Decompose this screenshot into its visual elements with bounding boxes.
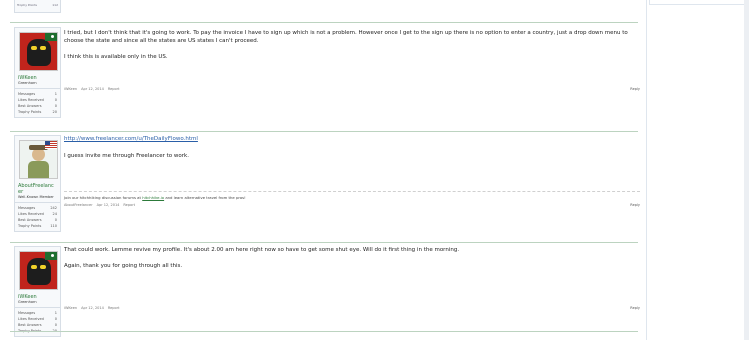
- post-iwkeen-1: iWKeen Greenhorn Messages 1 Likes Receive…: [14, 27, 640, 118]
- stat-row: Trophy Points 110: [18, 223, 57, 229]
- user-title: Greenhorn: [18, 81, 37, 85]
- message-meta: iWKeen Apr 12, 2014 Report: [64, 306, 123, 310]
- message-paragraph: I guess invite me through Freelancer to …: [64, 153, 189, 159]
- post-separator: [10, 22, 638, 23]
- signature-link[interactable]: hitchhike.io: [142, 195, 164, 200]
- report-link[interactable]: Report: [108, 306, 120, 310]
- post-iwkeen-2: iWKeen Greenhorn Messages 1 Likes Receive…: [14, 246, 640, 337]
- user-title: Well-Known Member: [18, 195, 54, 199]
- user-info: AboutFreelanc er Well-Known Member Messa…: [14, 135, 61, 232]
- username-link[interactable]: AboutFreelanc er: [15, 183, 60, 195]
- stat-label: Trophy Points: [18, 110, 42, 114]
- message-meta: iWKeen Apr 12, 2014 Report: [64, 87, 123, 91]
- reply-link[interactable]: Reply: [630, 87, 640, 91]
- stat-row: Trophy Points 20: [18, 109, 57, 115]
- user-stats: Messages 242 Likes Received 24 Best Answer…: [15, 202, 60, 231]
- post-aboutfreelancer: AboutFreelanc er Well-Known Member Messa…: [14, 135, 640, 235]
- message-body: That could work. Lemme revive my profile…: [64, 246, 634, 278]
- stat-label: Trophy Points: [18, 224, 42, 228]
- sidebar: [646, 0, 749, 340]
- report-link[interactable]: Report: [123, 203, 135, 207]
- message-paragraph: That could work. Lemme revive my profile…: [64, 247, 460, 253]
- post-separator: [10, 331, 638, 332]
- post-separator: [10, 242, 638, 243]
- stat-label: Trophy Points: [17, 3, 37, 7]
- stat-value: 112: [52, 3, 58, 7]
- message-body: I tried, but I don't think that it's goi…: [64, 29, 634, 69]
- post-date[interactable]: Apr 12, 2014: [81, 306, 104, 310]
- message-meta: AboutFreelancer Apr 12, 2014 Report: [64, 203, 139, 207]
- signature-text: and learn alternative travel from the pr…: [164, 195, 246, 200]
- reply-link[interactable]: Reply: [630, 203, 640, 207]
- country-flag-icon: [45, 141, 57, 149]
- previous-post-userbox: Trophy Points 112: [14, 0, 61, 13]
- author-link[interactable]: AboutFreelancer: [64, 203, 93, 207]
- user-title: Greenhorn: [18, 300, 37, 304]
- post-separator: [10, 131, 638, 132]
- country-flag-icon: [45, 33, 57, 41]
- thread-page: Trophy Points 112 iWKeen Greenhorn Messa…: [0, 0, 749, 340]
- message-body: http://www.freelancer.com/u/TheDailyFlow…: [64, 135, 634, 168]
- reply-link[interactable]: Reply: [630, 306, 640, 310]
- stat-value: 110: [50, 224, 57, 228]
- author-link[interactable]: iWKeen: [64, 87, 77, 91]
- avatar[interactable]: [19, 140, 58, 179]
- stat-value: 20: [52, 110, 57, 114]
- post-date[interactable]: Apr 12, 2014: [81, 87, 104, 91]
- post-date[interactable]: Apr 12, 2014: [97, 203, 120, 207]
- country-flag-icon: [45, 252, 57, 260]
- signature: Join our hitchhiking discussion forums a…: [64, 191, 640, 200]
- message-paragraph: Again, thank you for going through all t…: [64, 263, 183, 269]
- report-link[interactable]: Report: [108, 87, 120, 91]
- user-stats: Messages 1 Likes Received 0 Best Answers 0 …: [15, 88, 60, 117]
- user-info: iWKeen Greenhorn Messages 1 Likes Receive…: [14, 246, 61, 337]
- user-info: iWKeen Greenhorn Messages 1 Likes Receive…: [14, 27, 61, 118]
- message-paragraph: I tried, but I don't think that it's goi…: [64, 30, 628, 44]
- avatar[interactable]: [19, 251, 58, 290]
- scrollbar[interactable]: [744, 0, 749, 340]
- avatar[interactable]: [19, 32, 58, 71]
- stat-row: Trophy Points 112: [15, 0, 60, 7]
- signature-text: Join our hitchhiking discussion forums a…: [64, 195, 143, 200]
- sidebar-block: [649, 0, 747, 5]
- profile-link[interactable]: http://www.freelancer.com/u/TheDailyFlow…: [64, 136, 198, 142]
- author-link[interactable]: iWKeen: [64, 306, 77, 310]
- message-paragraph: I think this is available only in the US…: [64, 54, 168, 60]
